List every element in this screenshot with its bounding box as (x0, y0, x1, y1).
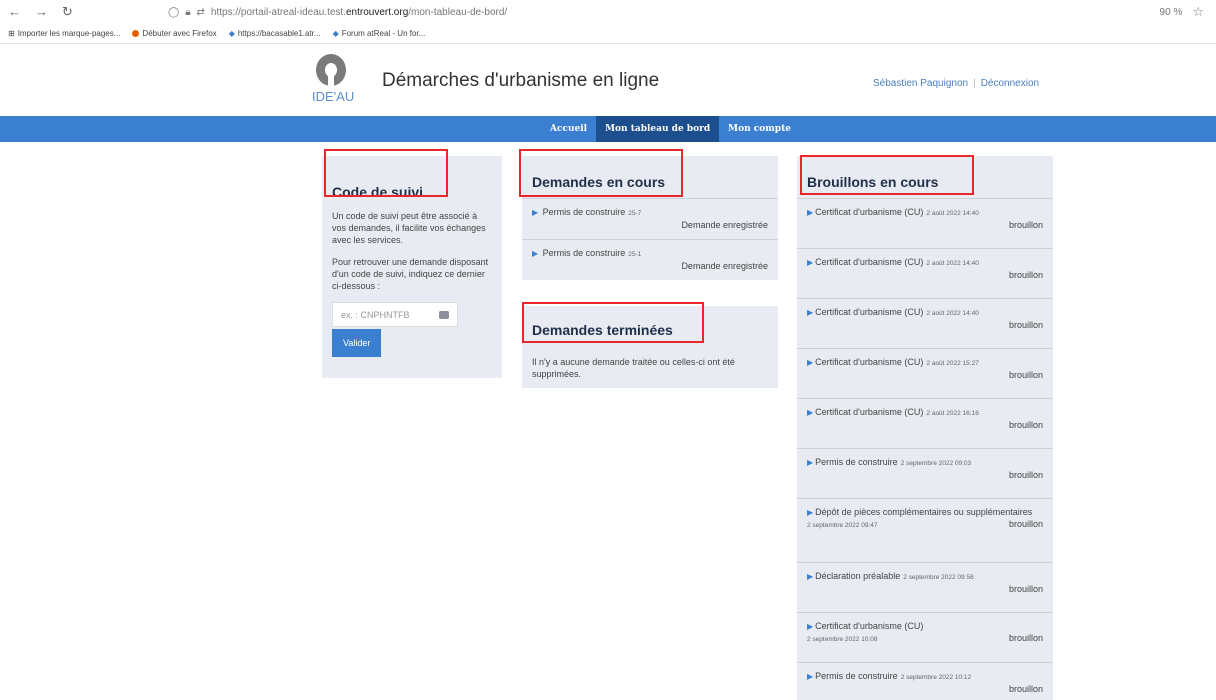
list-item[interactable]: ▶ Permis de construire 2 septembre 2022 09… (797, 448, 1053, 498)
triangle-right-icon: ▶ (807, 672, 814, 681)
triangle-right-icon: ▶ (807, 208, 814, 217)
validate-button[interactable]: Valider (332, 329, 382, 357)
list-item[interactable]: ▶ Permis de construire 2 septembre 2022 10… (797, 662, 1053, 700)
separator: | (973, 78, 976, 89)
logo-mark-icon (316, 54, 346, 88)
highlight-demandes-en-cours (519, 149, 683, 197)
triangle-right-icon: ▶ (807, 408, 814, 417)
code-suivi-instructions: Pour retrouver une demande disposant d'u… (332, 257, 489, 291)
bookmark-bacasable[interactable]: ◆ https://bacasable1.atr... (229, 29, 321, 38)
back-arrow-icon[interactable]: ← (8, 4, 21, 20)
lock-icon: 🔒︎ (185, 6, 191, 18)
list-item[interactable]: ▶ Déclaration préalable 2 septembre 2022 0… (797, 562, 1053, 612)
atreal-icon: ◆ (332, 29, 339, 38)
site-header: IDE'AU Démarches d'urbanisme en ligne Sé… (0, 44, 1216, 116)
bookmark-star-icon[interactable]: ☆ (1192, 4, 1204, 20)
triangle-right-icon: ▶ (532, 208, 539, 217)
url-path: /mon-tableau-de-bord/ (408, 6, 508, 18)
url-host: entrouvert.org (346, 6, 409, 18)
bookmarks-bar: ⊞ Importer les marque-pages... Débuter av… (0, 24, 1216, 44)
list-item[interactable]: ▶ Certificat d'urbanisme (CU) 2 août 2022 … (797, 298, 1053, 348)
highlight-demandes-terminees (522, 302, 704, 343)
list-item[interactable]: ▶ Certificat d'urbanisme (CU) 2 août 2022 … (797, 348, 1053, 398)
list-item[interactable]: ▶ Dépôt de pièces complémentaires ou supp… (797, 498, 1053, 562)
site-title: Démarches d'urbanisme en ligne (382, 70, 660, 91)
list-item[interactable]: ▶ Permis de construire 25-7 Demande enreg… (522, 198, 778, 239)
firefox-icon (132, 30, 140, 37)
browser-toolbar: ← → ↻ ◯ 🔒︎ ⇄ https://portail-atreal-idea… (0, 0, 1216, 24)
list-item[interactable]: ▶ Certificat d'urbanisme (CU) 2 août 2022 … (797, 248, 1053, 298)
shield-icon: ◯ (168, 6, 180, 18)
status-text: Demande enregistrée (681, 220, 768, 230)
triangle-right-icon: ▶ (807, 358, 814, 367)
brouillons-panel: Brouillons en cours ▶ Certificat d'urbani… (797, 156, 1053, 700)
atreal-icon: ◆ (228, 29, 235, 38)
address-bar[interactable]: ◯ 🔒︎ ⇄ https://portail-atreal-ideau.test… (168, 7, 1160, 18)
bookmark-forum[interactable]: ◆ Forum atReal - Un for... (333, 29, 426, 38)
status-text: Demande enregistrée (681, 261, 768, 271)
triangle-right-icon: ▶ (807, 258, 814, 267)
logo-text: IDE'AU (312, 89, 355, 104)
user-menu: Sébastien Paquignon | Déconnexion (873, 78, 1039, 89)
main-nav: Accueil Mon tableau de bord Mon compte (0, 116, 1216, 142)
triangle-right-icon: ▶ (807, 308, 814, 317)
ideau-logo[interactable]: IDE'AU (312, 52, 355, 112)
tracking-code-input[interactable]: ex. : CNPHNTFB (332, 302, 458, 327)
main-content: Code de suivi Un code de suivi peut être… (0, 142, 1216, 700)
logout-link[interactable]: Déconnexion (981, 78, 1039, 89)
keyboard-icon (439, 310, 449, 319)
highlight-brouillons (800, 155, 974, 195)
nav-accueil[interactable]: Accueil (541, 116, 596, 142)
nav-tableau-de-bord[interactable]: Mon tableau de bord (596, 116, 720, 142)
bookmark-firefox[interactable]: Débuter avec Firefox (132, 29, 217, 38)
no-demandes-message: Il n'y a aucune demande traitée ou celle… (532, 357, 735, 379)
user-name-link[interactable]: Sébastien Paquignon (873, 78, 968, 89)
bookmark-import[interactable]: ⊞ Importer les marque-pages... (8, 29, 120, 38)
triangle-right-icon: ▶ (807, 508, 814, 517)
highlight-code-suivi (324, 149, 448, 197)
nav-mon-compte[interactable]: Mon compte (719, 116, 800, 142)
code-suivi-intro: Un code de suivi peut être associé à vos… (332, 211, 486, 245)
list-item[interactable]: ▶ Certificat d'urbanisme (CU) 2 août 2022 … (797, 398, 1053, 448)
permissions-icon: ⇄ (196, 6, 205, 18)
list-item[interactable]: ▶ Certificat d'urbanisme (CU) 2 septembre… (797, 612, 1053, 662)
forward-arrow-icon[interactable]: → (35, 4, 48, 20)
triangle-right-icon: ▶ (532, 249, 539, 258)
list-item[interactable]: ▶ Permis de construire 25-1 Demande enreg… (522, 239, 778, 280)
triangle-right-icon: ▶ (807, 622, 814, 631)
reload-icon[interactable]: ↻ (62, 4, 73, 20)
url-prefix: https://portail-atreal-ideau.test. (210, 6, 346, 18)
triangle-right-icon: ▶ (807, 458, 814, 467)
browser-nav: ← → ↻ (8, 4, 148, 20)
import-icon: ⊞ (8, 29, 15, 38)
list-item[interactable]: ▶ Certificat d'urbanisme (CU) 2 août 2022 … (797, 198, 1053, 248)
triangle-right-icon: ▶ (807, 572, 814, 581)
zoom-level[interactable]: 90 % (1160, 7, 1183, 18)
